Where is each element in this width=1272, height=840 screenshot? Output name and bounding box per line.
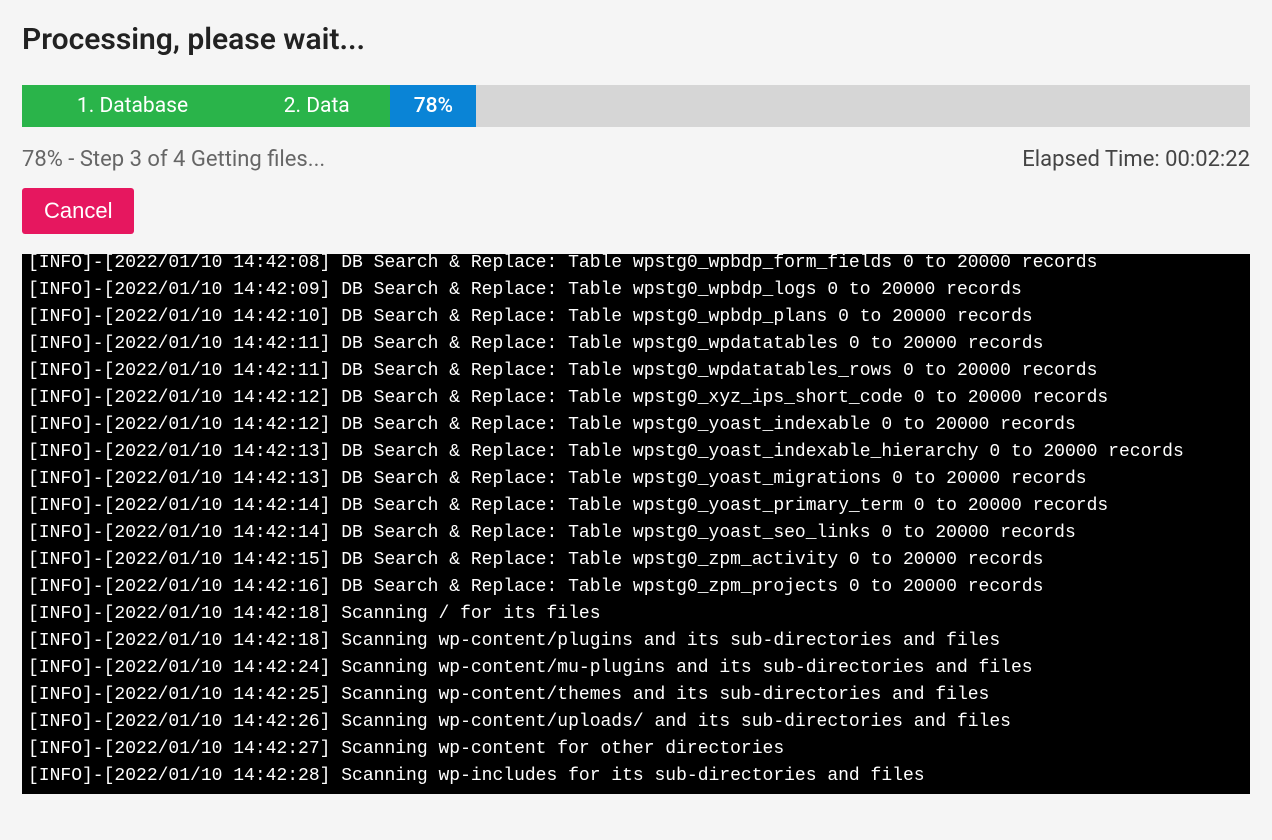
log-line: [INFO]-[2022/01/10 14:42:13] DB Search &… xyxy=(28,466,1244,493)
log-line: [INFO]-[2022/01/10 14:42:12] DB Search &… xyxy=(28,385,1244,412)
log-line: [INFO]-[2022/01/10 14:42:18] Scanning / … xyxy=(28,601,1244,628)
progress-step-database: 1. Database xyxy=(22,85,243,127)
log-line: [INFO]-[2022/01/10 14:42:08] DB Search &… xyxy=(28,254,1244,277)
log-line: [INFO]-[2022/01/10 14:42:10] DB Search &… xyxy=(28,304,1244,331)
progress-step-data: 2. Data xyxy=(243,85,390,127)
log-line: [INFO]-[2022/01/10 14:42:28] Scanning wp… xyxy=(28,763,1244,790)
status-text: 78% - Step 3 of 4 Getting files... xyxy=(22,147,325,172)
log-line: [INFO]-[2022/01/10 14:42:14] DB Search &… xyxy=(28,493,1244,520)
progress-percent: 78% xyxy=(390,85,476,127)
log-wrapper: [INFO]-[2022/01/10 14:42:08] DB Search &… xyxy=(22,254,1250,794)
log-line: [INFO]-[2022/01/10 14:42:15] DB Search &… xyxy=(28,547,1244,574)
page-title: Processing, please wait... xyxy=(22,22,1250,57)
log-line: [INFO]-[2022/01/10 14:42:16] DB Search &… xyxy=(28,574,1244,601)
log-line: [INFO]-[2022/01/10 14:42:25] Scanning wp… xyxy=(28,682,1244,709)
log-line: [INFO]-[2022/01/10 14:42:18] Scanning wp… xyxy=(28,628,1244,655)
elapsed-time: Elapsed Time: 00:02:22 xyxy=(1022,147,1250,172)
log-line: [INFO]-[2022/01/10 14:42:11] DB Search &… xyxy=(28,331,1244,358)
cancel-button[interactable]: Cancel xyxy=(22,188,134,234)
log-line: [INFO]-[2022/01/10 14:42:13] DB Search &… xyxy=(28,439,1244,466)
status-row: 78% - Step 3 of 4 Getting files... Elaps… xyxy=(22,147,1250,172)
log-line: [INFO]-[2022/01/10 14:42:24] Scanning wp… xyxy=(28,655,1244,682)
log-line: [INFO]-[2022/01/10 14:42:11] DB Search &… xyxy=(28,358,1244,385)
log-line: [INFO]-[2022/01/10 14:42:09] DB Search &… xyxy=(28,277,1244,304)
log-console[interactable]: [INFO]-[2022/01/10 14:42:08] DB Search &… xyxy=(22,254,1250,794)
log-line: [INFO]-[2022/01/10 14:42:14] DB Search &… xyxy=(28,520,1244,547)
log-line: [INFO]-[2022/01/10 14:42:26] Scanning wp… xyxy=(28,709,1244,736)
log-line: [INFO]-[2022/01/10 14:42:27] Scanning wp… xyxy=(28,736,1244,763)
progress-bar: 1. Database 2. Data 78% xyxy=(22,85,1250,127)
log-line: [INFO]-[2022/01/10 14:42:12] DB Search &… xyxy=(28,412,1244,439)
